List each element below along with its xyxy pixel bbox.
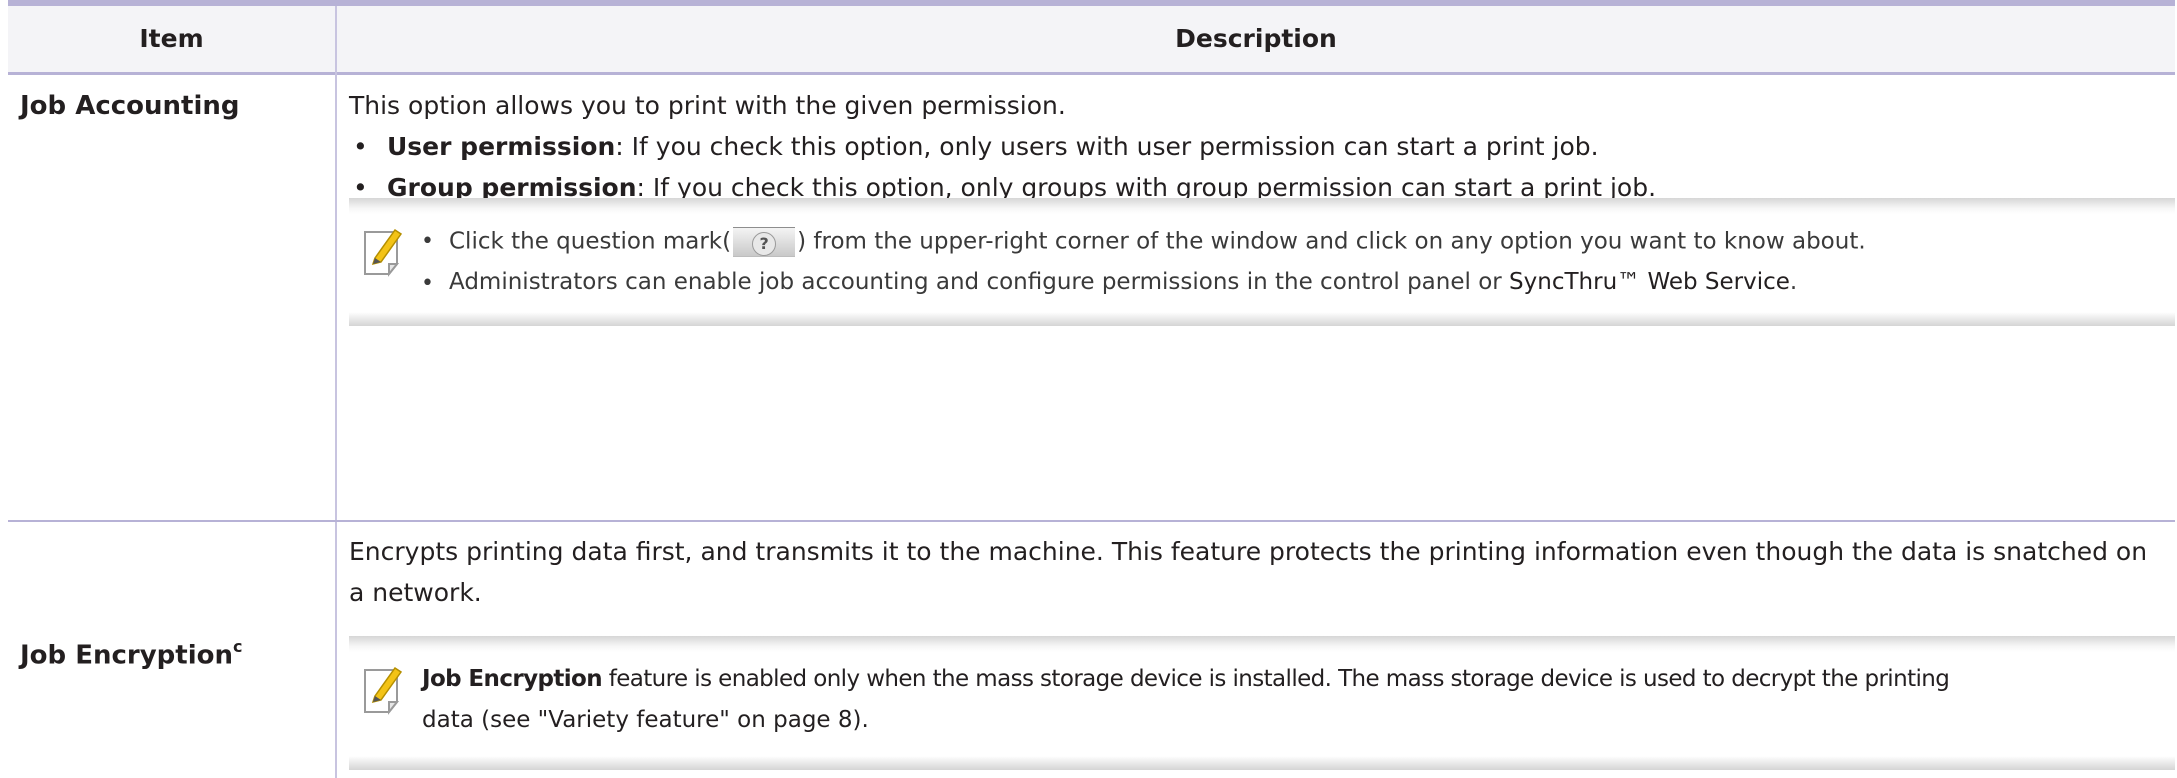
note-pencil-icon [364, 228, 403, 277]
header-rule [8, 72, 2175, 75]
note-line-administrators: Administrators can enable job accounting… [449, 269, 1798, 295]
item-job-encryption: Job Encryptionc [20, 637, 243, 671]
footnote-marker: c [232, 637, 243, 656]
note-box-job-accounting: • Click the question mark(?) from the up… [349, 198, 2175, 326]
bullet-dot: • [353, 132, 368, 161]
note-box-job-encryption: Job Encryption feature is enabled only w… [349, 636, 2175, 770]
column-header-description: Description [1175, 24, 1337, 53]
job-encryption-intro-line2: a network. [349, 578, 482, 607]
bullet-user-permission: User permission: If you check this optio… [387, 132, 1599, 161]
note-line-question-mark: Click the question mark(?) from the uppe… [449, 227, 1866, 257]
syncthru-web-service-link[interactable]: SyncThru™ Web Service [1509, 269, 1790, 295]
note-bullet-dot: • [421, 229, 434, 254]
item-job-accounting: Job Accounting [20, 91, 240, 121]
row-divider [8, 520, 2175, 522]
job-accounting-intro: This option allows you to print with the… [349, 91, 1066, 120]
column-header-item: Item [139, 24, 204, 53]
question-mark-icon: ? [752, 232, 777, 256]
options-table: Item Description Job Accounting This opt… [8, 0, 2175, 778]
note-pencil-icon [364, 666, 403, 715]
question-mark-button: ? [733, 227, 796, 257]
note-line-variety-feature: data (see "Variety feature" on page 8). [422, 707, 869, 733]
column-divider [335, 6, 337, 778]
note-bullet-dot: • [421, 271, 434, 296]
note-line-encryption: Job Encryption feature is enabled only w… [422, 666, 1950, 692]
job-encryption-intro-line1: Encrypts printing data first, and transm… [349, 537, 2148, 566]
